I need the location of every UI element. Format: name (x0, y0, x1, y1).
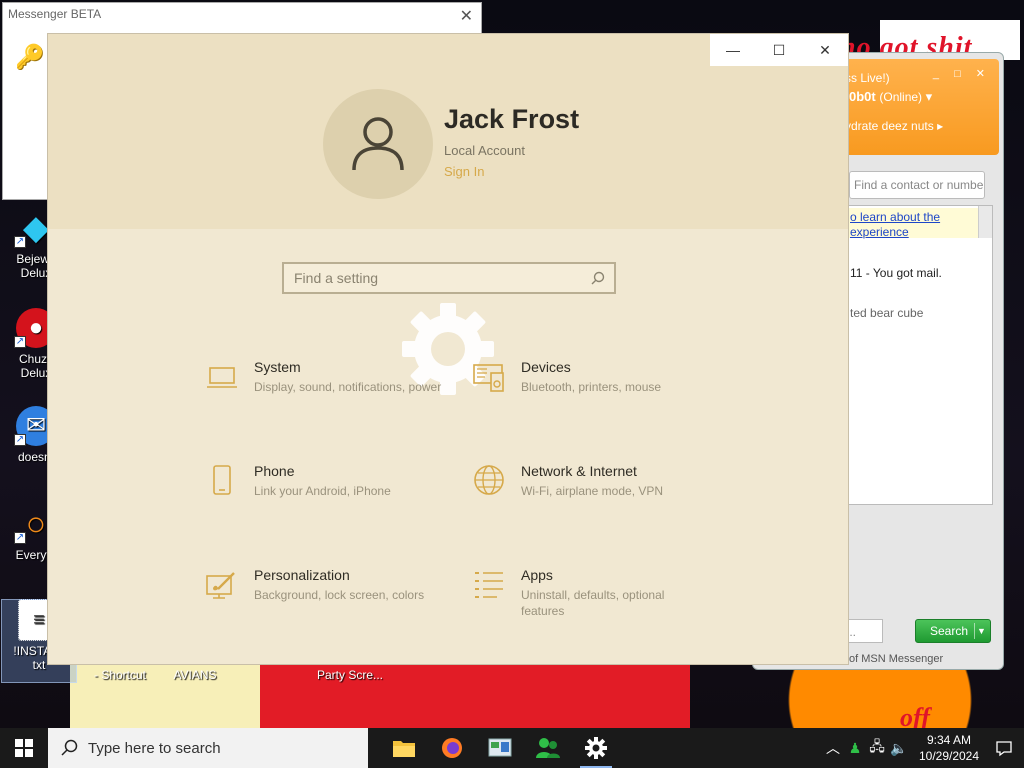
msn-header-title: ss Live!) (845, 71, 890, 85)
notification-center-button[interactable] (984, 739, 1024, 757)
tile-title: System (254, 359, 301, 375)
user-icon (352, 117, 404, 171)
key-icon: 🔑 (15, 44, 45, 71)
msn-footer-text: of MSN Messenger (849, 653, 944, 665)
taskbar-search-placeholder: Type here to search (88, 739, 221, 757)
taskbar-search-box[interactable]: Type here to search (48, 728, 368, 768)
taskbar: Type here to search ︿ ♟ 🖧 🔈 9:34 AM 10/2… (0, 728, 1024, 768)
taskbar-apps (380, 728, 620, 768)
tile-description: Display, sound, notifications, power (254, 380, 442, 394)
sign-in-link[interactable]: Sign In (444, 164, 484, 179)
globe-icon (474, 465, 504, 495)
firefox-icon (442, 738, 462, 758)
system-tray: ︿ ♟ 🖧 🔈 9:34 AM 10/29/2024 (822, 728, 1024, 768)
windows-logo-icon (15, 739, 33, 757)
clock-date: 10/29/2024 (918, 749, 980, 763)
msn-search-button[interactable]: Search ▼ (915, 619, 991, 643)
taskbar-msn-messenger[interactable] (524, 728, 572, 768)
desktop-icon-shortcut[interactable]: - Shortcut (80, 668, 160, 682)
find-setting-input[interactable]: Find a setting (282, 262, 616, 294)
devices-icon (473, 364, 504, 392)
tile-title: Phone (254, 463, 295, 479)
tile-apps[interactable]: Apps Uninstall, defaults, optional featu… (471, 567, 721, 637)
tile-description: Background, lock screen, colors (254, 588, 425, 602)
taskbar-firefox[interactable] (428, 728, 476, 768)
msn-ad-link[interactable]: o learn about the experience (846, 208, 984, 239)
tile-description: Uninstall, defaults, optional features (521, 588, 665, 618)
desktop-icon-party-screen[interactable]: Party Scre... (310, 668, 390, 682)
tile-devices[interactable]: Devices Bluetooth, printers, mouse (471, 359, 721, 429)
minimize-button[interactable]: — (710, 34, 756, 66)
settings-window[interactable]: — ☐ ✕ Jack Frost Local Account Sign In F… (47, 33, 849, 665)
apps-list-icon (475, 572, 503, 598)
paint-icon (206, 572, 235, 599)
msn-window-controls[interactable]: _ □ ✕ (933, 67, 991, 80)
network-icon[interactable]: 🖧 (866, 736, 888, 760)
chevron-down-icon[interactable]: ▼ (974, 623, 988, 639)
tile-description: Link your Android, iPhone (254, 484, 391, 498)
taskbar-clock[interactable]: 9:34 AM 10/29/2024 (914, 732, 984, 764)
tile-system[interactable]: System Display, sound, notifications, po… (204, 359, 454, 429)
desktop-icon-label: Party Scre... (316, 668, 384, 682)
tile-personalization[interactable]: Personalization Background, lock screen,… (204, 567, 454, 637)
shortcut-arrow-icon: ↗ (14, 336, 26, 348)
close-icon[interactable]: ✕ (460, 6, 473, 26)
shortcut-arrow-icon: ↗ (14, 434, 26, 446)
tile-title: Apps (521, 567, 553, 583)
clock-time: 9:34 AM (926, 733, 972, 747)
volume-icon[interactable]: 🔈 (888, 740, 910, 757)
msn-personal-message[interactable]: ydrate deez nuts ▸ (845, 119, 943, 133)
msn-buddy-icon (536, 738, 560, 758)
avatar[interactable] (323, 89, 433, 199)
taskbar-settings[interactable] (572, 728, 620, 768)
taskbar-file-explorer[interactable] (380, 728, 428, 768)
desktop-icon-label: - Shortcut (93, 668, 147, 682)
close-button[interactable]: ✕ (802, 34, 848, 66)
tile-description: Bluetooth, printers, mouse (521, 380, 662, 394)
msn-contact-search-input[interactable]: Find a contact or numbe (849, 171, 985, 199)
tile-title: Devices (521, 359, 571, 375)
tile-network[interactable]: Network & Internet Wi-Fi, airplane mode,… (471, 463, 721, 533)
account-type: Local Account (444, 143, 525, 158)
messenger-beta-title: Messenger BETA (8, 7, 102, 21)
shortcut-arrow-icon: ↗ (14, 236, 26, 248)
find-setting-placeholder: Find a setting (294, 270, 379, 286)
msn-contact-list: o learn about the experience 11 - You go… (845, 205, 993, 505)
maximize-button[interactable]: ☐ (756, 34, 802, 66)
tile-description: Wi-Fi, airplane mode, VPN (521, 484, 664, 498)
gear-icon (585, 737, 607, 759)
window-controls: — ☐ ✕ (710, 34, 848, 66)
msn-tray-icon[interactable]: ♟ (844, 740, 866, 757)
tile-phone[interactable]: Phone Link your Android, iPhone (204, 463, 454, 533)
notification-icon (996, 741, 1012, 757)
msn-list-item[interactable]: ted bear cube (850, 306, 923, 320)
desktop-icon-label: AVIANS (173, 668, 217, 682)
tile-title: Personalization (254, 567, 350, 583)
taskbar-control-panel[interactable] (476, 728, 524, 768)
start-button[interactable] (0, 728, 48, 768)
laptop-icon (207, 367, 237, 388)
search-icon (591, 271, 605, 285)
chevron-up-icon[interactable]: ︿ (822, 738, 844, 758)
user-name: Jack Frost (444, 104, 580, 134)
msn-mail-notice[interactable]: 11 - You got mail. (850, 266, 942, 280)
phone-icon (213, 465, 231, 495)
control-panel-icon (488, 738, 512, 757)
shortcut-arrow-icon: ↗ (14, 532, 26, 544)
folder-icon (393, 741, 415, 757)
tile-title: Network & Internet (521, 463, 637, 479)
desktop-icon-avians[interactable]: AVIANS (160, 668, 230, 682)
msn-ad-scrollbar[interactable] (978, 206, 992, 238)
msn-status: (Online) (879, 90, 923, 104)
msn-user-name[interactable]: 0b0t (Online) ▾ (849, 89, 932, 105)
msn-web-search-input[interactable]: ... (843, 619, 883, 643)
search-icon (61, 739, 78, 756)
